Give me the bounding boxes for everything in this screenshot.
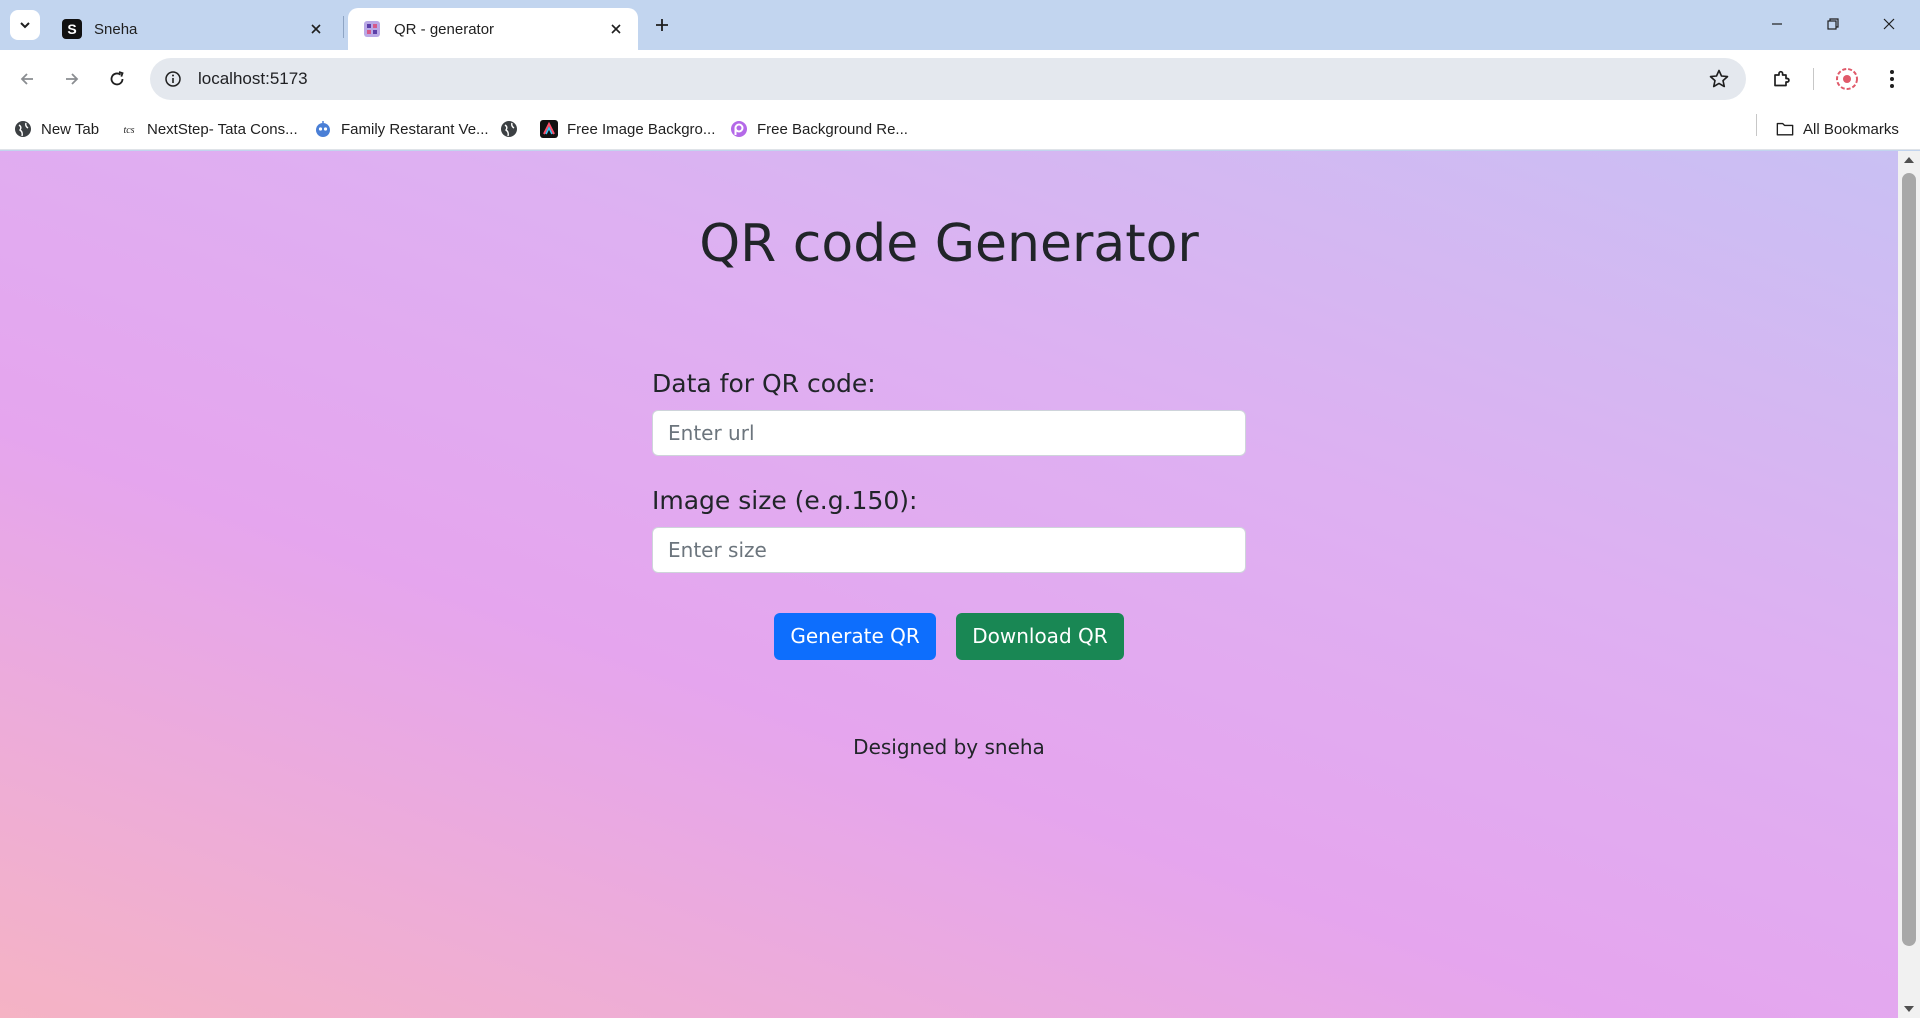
all-bookmarks-label: All Bookmarks <box>1803 120 1899 138</box>
svg-text:tcs: tcs <box>123 125 134 136</box>
bookmark-free-image-background[interactable]: Free Image Backgro... <box>540 116 715 142</box>
data-label: Data for QR code: <box>652 369 876 398</box>
bookmark-label: Free Background Re... <box>757 120 908 138</box>
arrow-left-icon <box>20 73 33 85</box>
tab-title: QR - generator <box>394 20 495 38</box>
page-viewport: QR code Generator Data for QR code: Imag… <box>0 151 1898 1018</box>
globe-icon <box>500 120 518 138</box>
kebab-menu-icon <box>1890 70 1894 88</box>
url-text: localhost:5173 <box>198 69 308 88</box>
chevron-down-icon <box>20 22 30 29</box>
bookmark-label: Family Restarant Ve... <box>341 120 489 138</box>
toolbar-divider <box>1813 68 1814 90</box>
extensions-button[interactable] <box>1764 62 1798 96</box>
reload-button[interactable] <box>100 62 134 96</box>
browser-toolbar: localhost:5173 <box>0 50 1920 108</box>
qr-form: Data for QR code: Image size (e.g.150): <box>652 369 1246 573</box>
bookmark-new-tab[interactable]: New Tab <box>14 116 99 142</box>
close-icon[interactable] <box>304 17 328 41</box>
tab-strip: S Sneha QR - generator <box>0 0 1920 50</box>
scrollbar-thumb[interactable] <box>1902 173 1916 946</box>
size-input[interactable] <box>652 527 1246 573</box>
folder-icon <box>1776 120 1794 138</box>
size-label: Image size (e.g.150): <box>652 486 918 515</box>
star-icon[interactable] <box>1708 68 1730 90</box>
s-letter-icon: S <box>62 19 82 39</box>
picsart-icon <box>730 120 748 138</box>
bookmarks-bar: New Tab tcs NextStep- Tata Cons... Famil… <box>0 108 1920 150</box>
profile-avatar-icon <box>1836 68 1858 90</box>
plus-icon <box>656 19 668 31</box>
bookmark-label: New Tab <box>41 120 100 138</box>
profile-button[interactable] <box>1830 62 1864 96</box>
minimize-button[interactable] <box>1754 8 1800 40</box>
tcs-icon: tcs <box>120 120 138 138</box>
close-window-button[interactable] <box>1866 8 1912 40</box>
scroll-down-icon[interactable] <box>1904 1006 1914 1012</box>
scroll-up-icon[interactable] <box>1904 157 1914 163</box>
menu-button[interactable] <box>1875 62 1909 96</box>
restore-button[interactable] <box>1810 8 1856 40</box>
bookmark-globe[interactable] <box>500 116 527 142</box>
address-bar[interactable]: localhost:5173 <box>150 58 1746 100</box>
action-buttons: Generate QR Download QR <box>0 613 1898 660</box>
bookmarks-divider <box>1756 114 1757 136</box>
tab-qr-generator[interactable]: QR - generator <box>348 8 638 50</box>
arrow-right-icon <box>66 73 79 85</box>
bookmark-family-restaurant[interactable]: Family Restarant Ve... <box>314 116 489 142</box>
adobe-icon <box>540 120 558 138</box>
vite-icon <box>362 19 382 39</box>
reload-icon <box>110 71 124 86</box>
puzzle-icon <box>1774 70 1790 87</box>
forward-button[interactable] <box>55 62 89 96</box>
minimize-icon <box>1772 23 1782 25</box>
download-qr-button[interactable]: Download QR <box>956 613 1124 660</box>
globe-icon <box>14 120 32 138</box>
tab-sneha[interactable]: S Sneha <box>48 8 338 50</box>
bookmark-free-background-remover[interactable]: Free Background Re... <box>730 116 908 142</box>
all-bookmarks-button[interactable]: All Bookmarks <box>1776 116 1899 142</box>
bookmark-label: NextStep- Tata Cons... <box>147 120 298 138</box>
vertical-scrollbar[interactable] <box>1898 151 1920 1018</box>
generate-qr-button[interactable]: Generate QR <box>774 613 936 660</box>
tab-separator <box>343 16 344 38</box>
footer-credit: Designed by sneha <box>853 735 1045 759</box>
close-icon <box>1883 18 1895 30</box>
restore-icon <box>1827 18 1839 30</box>
close-icon[interactable] <box>604 17 628 41</box>
tab-title: Sneha <box>94 20 138 38</box>
svg-text:S: S <box>67 21 76 37</box>
back-button[interactable] <box>10 62 44 96</box>
page-title: QR code Generator <box>699 214 1199 274</box>
tab-search-button[interactable] <box>10 10 40 40</box>
bookmark-label: Free Image Backgro... <box>567 120 716 138</box>
bookmark-nextstep[interactable]: tcs NextStep- Tata Cons... <box>120 116 298 142</box>
site-info-icon[interactable] <box>160 66 186 92</box>
new-tab-button[interactable] <box>648 11 676 39</box>
url-input[interactable] <box>652 410 1246 456</box>
robot-icon <box>314 120 332 138</box>
